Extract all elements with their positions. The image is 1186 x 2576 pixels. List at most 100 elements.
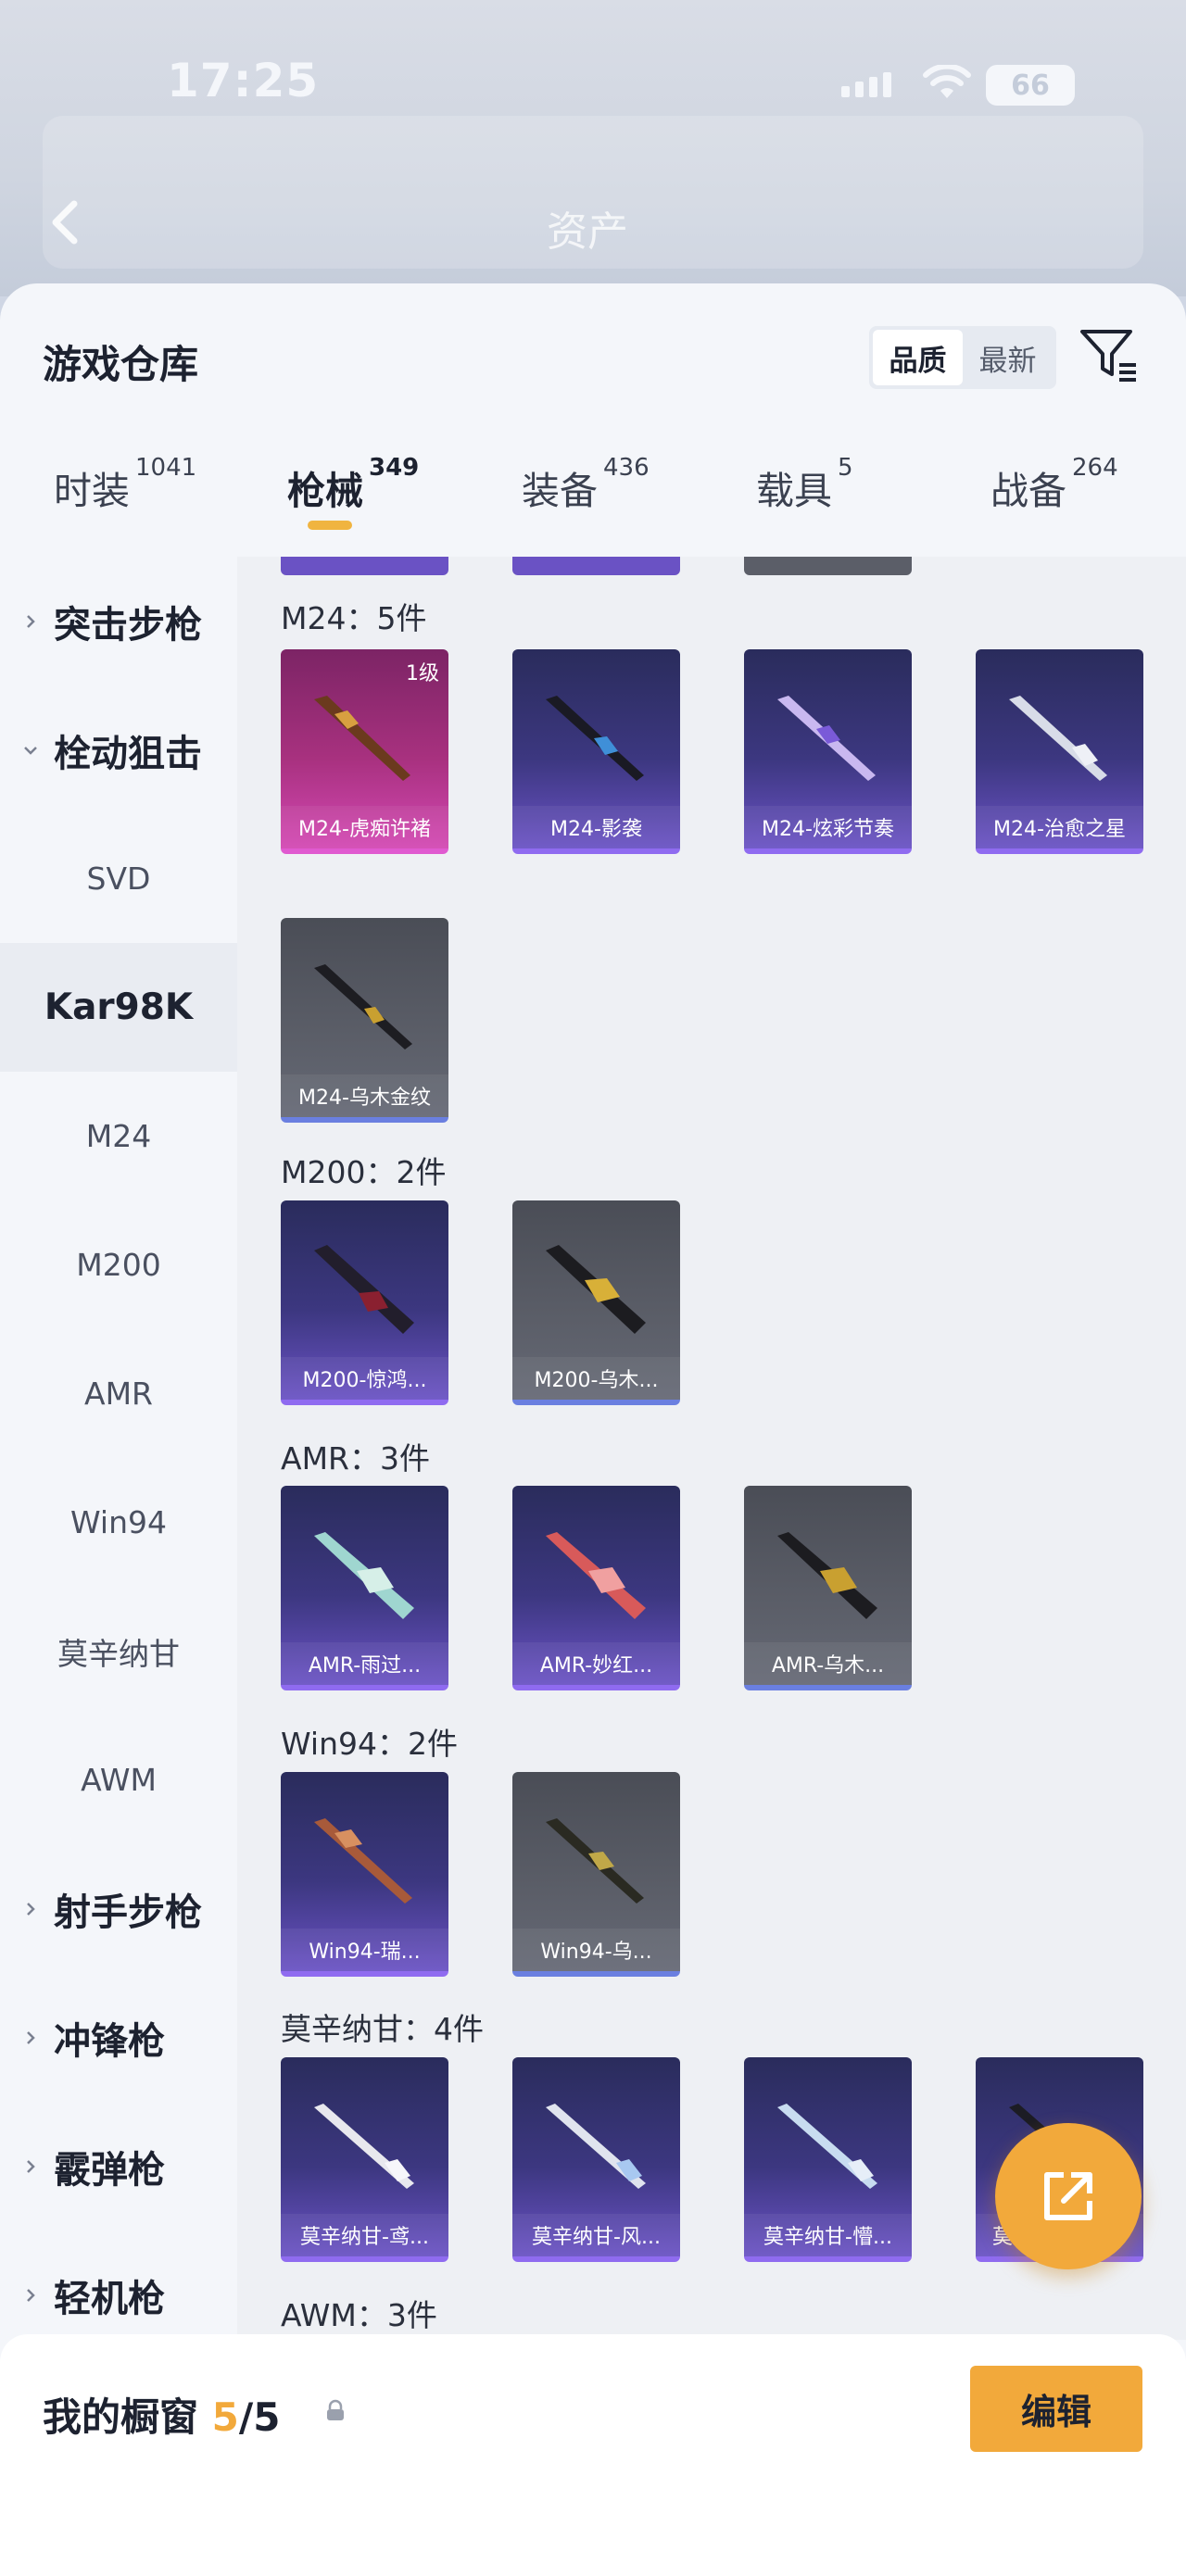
skin-label: AMR-乌木...: [744, 1642, 912, 1685]
tab-firearms[interactable]: 枪械349: [287, 454, 419, 530]
skin-label: AMR-雨过...: [281, 1642, 448, 1685]
lock-icon: [327, 2399, 344, 2420]
showcase-current-count: 5: [211, 2394, 239, 2440]
skin-card[interactable]: 莫辛纳甘-鸢...: [281, 2057, 448, 2262]
tab-count: 5: [838, 454, 853, 483]
skin-label: Win94-乌...: [512, 1929, 680, 1971]
previous-row-card: [512, 557, 680, 575]
rifle-icon: [314, 964, 412, 1049]
filter-icon[interactable]: [1079, 326, 1140, 383]
rifle-icon: [546, 1245, 646, 1334]
skin-card[interactable]: M24-影袭: [512, 649, 680, 854]
tab-label: 载具: [756, 469, 832, 513]
nav-item-win94[interactable]: Win94: [0, 1458, 237, 1587]
skin-card[interactable]: Win94-乌...: [512, 1772, 680, 1977]
wifi-icon: [923, 65, 971, 98]
skin-label: 莫辛纳甘-风...: [512, 2214, 680, 2256]
weapon-skin-grid: M24：5件 1级 M24-虎痴许褚 M24-影袭 M24-炫彩节奏 M24-治…: [237, 557, 1186, 2340]
skin-card[interactable]: 莫辛纳甘-风...: [512, 2057, 680, 2262]
nav-label: 霰弹枪: [54, 2148, 165, 2192]
nav-label: 栓动狙击: [54, 732, 202, 775]
skin-label: 莫辛纳甘-鸢...: [281, 2214, 448, 2256]
nav-label: 射手步枪: [54, 1891, 202, 1934]
nav-item-mosin-nagant[interactable]: 莫辛纳甘: [0, 1587, 237, 1715]
rifle-icon: [546, 696, 644, 781]
chevron-right-icon: [20, 611, 41, 632]
skin-label: M200-乌木...: [512, 1357, 680, 1400]
skin-label: M24-乌木金纹: [281, 1074, 448, 1117]
battery-indicator: 66: [986, 65, 1075, 106]
rifle-icon: [546, 1818, 644, 1904]
tab-label: 战备: [990, 469, 1066, 513]
skin-card[interactable]: 1级 M24-虎痴许褚: [281, 649, 448, 854]
nav-bolt-action-snipers[interactable]: 栓动狙击: [0, 685, 237, 814]
skin-card[interactable]: M24-治愈之星: [976, 649, 1143, 854]
tab-count: 1041: [135, 454, 197, 483]
rifle-icon: [546, 1532, 646, 1619]
tab-label: 枪械: [287, 469, 363, 513]
back-arrow-icon[interactable]: [39, 185, 95, 259]
rifle-icon: [314, 1532, 414, 1619]
section-title-m200: M200：2件: [281, 1154, 447, 1190]
skin-label: M200-惊鸿...: [281, 1357, 448, 1400]
nav-assault-rifles[interactable]: 突击步枪: [0, 557, 237, 685]
skin-card[interactable]: AMR-乌木...: [744, 1486, 912, 1690]
nav-item-awm[interactable]: AWM: [0, 1715, 237, 1844]
showcase-footer: 我的橱窗 5/5 编辑: [0, 2334, 1186, 2576]
nav-shotguns[interactable]: 霰弹枪: [0, 2102, 237, 2230]
tab-label: 时装: [54, 469, 130, 513]
showcase-title: 我的橱窗 5/5: [43, 2386, 280, 2443]
skin-label: 莫辛纳甘-懵...: [744, 2214, 912, 2256]
showcase-total-count: /5: [238, 2394, 281, 2440]
nav-item-amr[interactable]: AMR: [0, 1329, 237, 1458]
skin-card[interactable]: 莫辛纳甘-懵...: [744, 2057, 912, 2262]
tab-count: 264: [1072, 454, 1118, 483]
section-title-m24: M24：5件: [281, 600, 427, 636]
edit-button[interactable]: 编辑: [970, 2366, 1142, 2452]
tab-vehicles[interactable]: 载具5: [756, 454, 853, 515]
skin-label: M24-虎痴许褚: [281, 806, 448, 848]
nav-item-kar98k[interactable]: Kar98K: [0, 943, 237, 1072]
sort-by-quality[interactable]: 品质: [873, 330, 963, 385]
share-button[interactable]: [995, 2123, 1142, 2269]
skin-card[interactable]: M24-乌木金纹: [281, 918, 448, 1123]
tab-combat-supplies[interactable]: 战备264: [990, 454, 1118, 515]
nav-label: 轻机枪: [54, 2277, 165, 2320]
rifle-icon: [546, 2104, 646, 2189]
nav-label: 冲锋枪: [54, 2019, 165, 2063]
skin-label: AMR-妙红...: [512, 1642, 680, 1685]
sort-by-newest[interactable]: 最新: [963, 330, 1053, 385]
nav-smgs[interactable]: 冲锋枪: [0, 1973, 237, 2102]
rifle-icon: [777, 2104, 877, 2189]
chevron-right-icon: [20, 2285, 41, 2306]
previous-row-card: [281, 557, 448, 575]
nav-item-svd[interactable]: SVD: [0, 814, 237, 943]
skin-label: M24-治愈之星: [976, 806, 1143, 848]
nav-item-m200[interactable]: M200: [0, 1200, 237, 1329]
rifle-icon: [314, 1818, 412, 1904]
tab-fashion[interactable]: 时装1041: [54, 454, 196, 515]
previous-row-card: [744, 557, 912, 575]
rifle-icon: [314, 2104, 414, 2189]
sheet-title: 游戏仓库: [43, 342, 199, 387]
skin-card[interactable]: AMR-雨过...: [281, 1486, 448, 1690]
game-warehouse-sheet: 游戏仓库 品质 最新 时装1041 枪械349 装备436 载具5 战备264 …: [0, 283, 1186, 2576]
category-tabs: 时装1041 枪械349 装备436 载具5 战备264: [0, 454, 1186, 552]
skin-card[interactable]: M24-炫彩节奏: [744, 649, 912, 854]
skin-card[interactable]: Win94-瑞...: [281, 1772, 448, 1977]
active-tab-indicator: [308, 521, 352, 530]
skin-card[interactable]: M200-惊鸿...: [281, 1200, 448, 1405]
weapon-type-nav: 突击步枪 栓动狙击 SVD Kar98K M24 M200 AMR Win94 …: [0, 557, 237, 2340]
showcase-label: 我的橱窗: [43, 2394, 199, 2440]
tab-equipment[interactable]: 装备436: [522, 454, 650, 515]
section-title-amr: AMR：3件: [281, 1440, 430, 1476]
tab-count: 349: [369, 454, 420, 483]
skin-card[interactable]: AMR-妙红...: [512, 1486, 680, 1690]
chevron-right-icon: [20, 1899, 41, 1919]
section-title-mosin-nagant: 莫辛纳甘：4件: [281, 2011, 484, 2047]
rifle-icon: [777, 696, 876, 781]
nav-item-m24[interactable]: M24: [0, 1072, 237, 1200]
nav-marksman-rifles[interactable]: 射手步枪: [0, 1844, 237, 1973]
skin-card[interactable]: M200-乌木...: [512, 1200, 680, 1405]
background-tab-assets: 资产: [547, 208, 628, 256]
